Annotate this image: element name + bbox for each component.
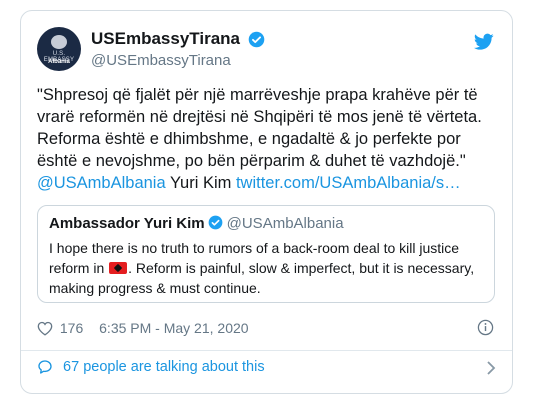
quoted-text: I hope there is no truth to rumors of a …: [49, 238, 483, 298]
info-icon[interactable]: [477, 319, 494, 336]
handle[interactable]: @USEmbassyTirana: [91, 52, 265, 69]
mention-link[interactable]: @USAmbAlbania: [37, 174, 166, 192]
quoted-tweet[interactable]: Ambassador Yuri Kim @USAmbAlbania I hope …: [37, 205, 495, 303]
tweet-header: U.S. EMBASSY Albania USEmbassyTirana @US…: [37, 27, 498, 75]
talking-count-text: 67 people are talking about this: [63, 359, 265, 376]
author-block: USEmbassyTirana @USEmbassyTirana: [91, 29, 265, 69]
heart-icon[interactable]: [37, 321, 53, 336]
albania-flag-icon: [109, 262, 128, 274]
verified-icon: [249, 31, 265, 47]
embassy-seal-icon: [51, 35, 67, 49]
display-name[interactable]: USEmbassyTirana: [91, 29, 240, 49]
avatar[interactable]: U.S. EMBASSY Albania: [37, 27, 81, 71]
quoted-handle: @USAmbAlbania: [226, 215, 344, 232]
conversation-link[interactable]: 67 people are talking about this: [37, 359, 498, 381]
like-count[interactable]: 176: [60, 320, 83, 336]
tweet-card: U.S. EMBASSY Albania USEmbassyTirana @US…: [20, 10, 513, 394]
timestamp[interactable]: 6:35 PM - May 21, 2020: [99, 320, 248, 336]
divider: [21, 350, 512, 351]
tweet-body: "Shpresoj që fjalët për një marrëveshje …: [37, 86, 482, 170]
tweet-text: "Shpresoj që fjalët për një marrëveshje …: [37, 84, 497, 194]
quoted-tweet-header: Ambassador Yuri Kim @USAmbAlbania: [49, 215, 483, 232]
chevron-right-icon: [487, 361, 496, 375]
tweet-author-name: Yuri Kim: [169, 174, 232, 192]
avatar-line2: Albania: [48, 59, 70, 65]
reply-bubble-icon: [38, 360, 52, 374]
quoted-display-name: Ambassador Yuri Kim: [49, 215, 205, 232]
tweet-meta: 176 6:35 PM - May 21, 2020: [37, 319, 494, 339]
twitter-bird-icon[interactable]: [474, 33, 494, 51]
tweet-url-link[interactable]: twitter.com/USAmbAlbania/s…: [236, 174, 461, 192]
verified-icon: [208, 215, 222, 230]
